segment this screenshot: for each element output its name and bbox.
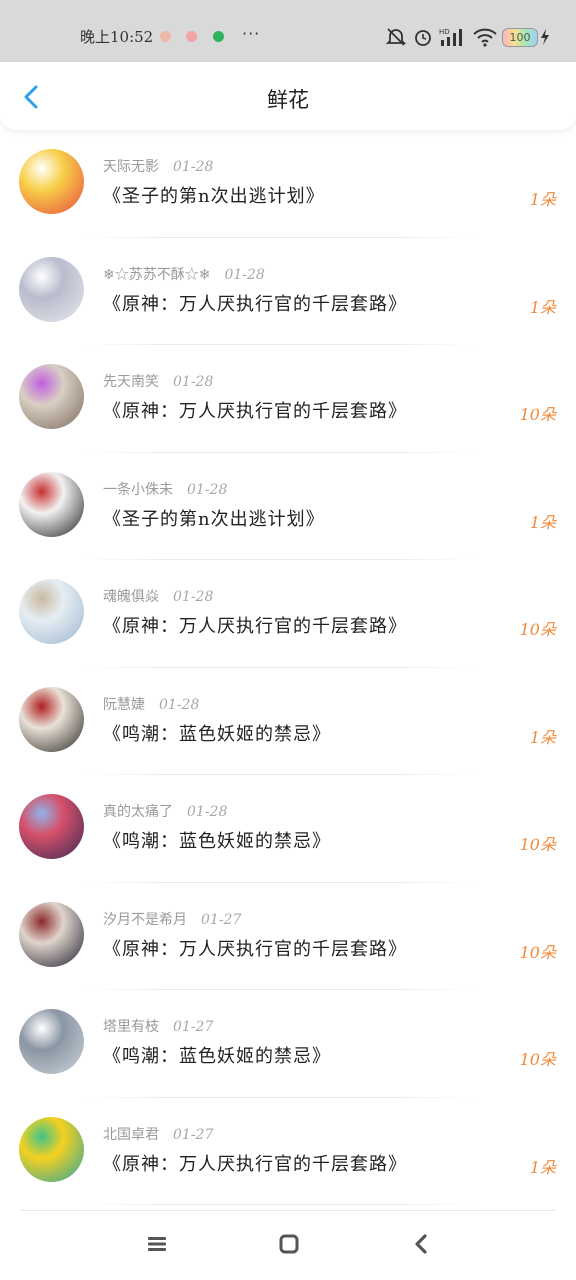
list-item[interactable]: 塔里有枝 01-27 《鸣潮：蓝色妖姬的禁忌》 10朵: [0, 990, 576, 1098]
list-item[interactable]: 阮慧婕 01-28 《鸣潮：蓝色妖姬的禁忌》 1朵: [0, 668, 576, 775]
list-item[interactable]: 真的太痛了 01-28 《鸣潮：蓝色妖姬的禁忌》 10朵: [0, 775, 576, 883]
avatar[interactable]: [19, 364, 84, 429]
flower-amount: 10朵: [519, 835, 556, 854]
list-item[interactable]: 先天南笑 01-28 《原神：万人厌执行官的千层套路》 10朵: [0, 345, 576, 453]
book-title[interactable]: 《鸣潮：蓝色妖姬的禁忌》: [103, 827, 331, 853]
flower-amount: 1朵: [529, 190, 556, 209]
user-name[interactable]: 阮慧婕: [103, 697, 145, 713]
date: 01-28: [187, 481, 228, 498]
date: 01-27: [173, 1126, 214, 1143]
book-title[interactable]: 《原神：万人厌执行官的千层套路》: [103, 397, 407, 423]
user-name[interactable]: ❄☆苏苏不酥☆❄: [103, 267, 210, 283]
divider: [82, 1204, 476, 1205]
date: 01-28: [173, 159, 214, 175]
user-line: 北国卓君 01-27: [103, 1124, 213, 1144]
nav-back-icon[interactable]: [410, 1232, 432, 1256]
avatar[interactable]: [19, 794, 84, 859]
status-time: 晚上10:52: [80, 28, 154, 46]
user-name[interactable]: 先天南笑: [103, 374, 159, 390]
avatar[interactable]: [19, 901, 84, 967]
flower-amount: 10朵: [519, 1050, 556, 1069]
avatar[interactable]: [19, 1009, 84, 1074]
charging-icon: [541, 29, 549, 45]
divider: [20, 1210, 556, 1211]
more-notifications-icon: ···: [242, 24, 261, 43]
user-line: 真的太痛了 01-28: [103, 801, 227, 821]
avatar[interactable]: [19, 686, 84, 752]
flower-amount: 10朵: [519, 620, 556, 639]
date: 01-27: [173, 1019, 214, 1035]
date: 01-28: [224, 266, 265, 283]
user-name[interactable]: 魂魄俱焱: [103, 589, 159, 605]
user-line: 天际无影 01-28: [103, 156, 213, 176]
avatar[interactable]: [19, 256, 84, 322]
avatar[interactable]: [19, 149, 84, 214]
notification-icon: [186, 31, 197, 42]
flower-amount: 1朵: [529, 1157, 556, 1177]
list-item[interactable]: 天际无影 01-28 《圣子的第n次出逃计划》 1朵: [0, 130, 576, 238]
menu-icon[interactable]: [146, 1232, 168, 1256]
alarm-icon: [415, 30, 431, 46]
flower-amount: 10朵: [519, 405, 556, 424]
book-title[interactable]: 《原神：万人厌执行官的千层套路》: [103, 290, 407, 316]
user-line: 汐月不是希月 01-27: [103, 909, 241, 929]
user-name[interactable]: 汐月不是希月: [103, 912, 187, 928]
book-title[interactable]: 《原神：万人厌执行官的千层套路》: [103, 1150, 407, 1176]
user-line: 塔里有枝 01-27: [103, 1016, 213, 1036]
date: 01-28: [173, 589, 214, 605]
flower-amount: 1朵: [529, 297, 556, 317]
date: 01-28: [173, 374, 214, 390]
avatar[interactable]: [19, 579, 84, 644]
list-item[interactable]: 北国卓君 01-27 《原神：万人厌执行官的千层套路》 1朵: [0, 1098, 576, 1205]
book-title[interactable]: 《鸣潮：蓝色妖姬的禁忌》: [103, 1042, 331, 1068]
user-name[interactable]: 真的太痛了: [103, 804, 173, 820]
user-line: ❄☆苏苏不酥☆❄ 01-28: [103, 264, 265, 284]
date: 01-28: [187, 804, 228, 820]
list-item[interactable]: 魂魄俱焱 01-28 《原神：万人厌执行官的千层套路》 10朵: [0, 560, 576, 668]
list-item[interactable]: 一条小侏未 01-28 《圣子的第n次出逃计划》 1朵: [0, 453, 576, 560]
notification-icon: [213, 31, 224, 42]
book-title[interactable]: 《鸣潮：蓝色妖姬的禁忌》: [103, 720, 331, 746]
user-line: 先天南笑 01-28: [103, 371, 213, 391]
avatar[interactable]: [19, 471, 84, 537]
notification-icon: [160, 31, 171, 42]
user-line: 阮慧婕 01-28: [103, 694, 199, 714]
flower-amount: 1朵: [529, 512, 556, 532]
avatar[interactable]: [19, 1116, 84, 1182]
flower-amount: 10朵: [519, 942, 556, 962]
header: 鲜花: [0, 62, 576, 130]
date: 01-27: [201, 911, 242, 928]
flower-list: 天际无影 01-28 《圣子的第n次出逃计划》 1朵 ❄☆苏苏不酥☆❄ 01-28 《原神：…: [0, 130, 576, 1205]
user-name[interactable]: 一条小侏未: [103, 482, 173, 498]
mute-icon: [385, 28, 407, 46]
user-line: 一条小侏未 01-28: [103, 479, 227, 499]
book-title[interactable]: 《原神：万人厌执行官的千层套路》: [103, 935, 407, 961]
status-bar: 晚上10:52 ··· HD 100: [0, 0, 576, 62]
flower-amount: 1朵: [529, 727, 556, 747]
page-title: 鲜花: [267, 88, 309, 112]
svg-text:HD: HD: [439, 28, 450, 36]
user-name[interactable]: 塔里有枝: [103, 1019, 159, 1035]
signal-icon: HD: [439, 28, 462, 46]
list-item[interactable]: 汐月不是希月 01-27 《原神：万人厌执行官的千层套路》 10朵: [0, 883, 576, 990]
date: 01-28: [159, 696, 200, 713]
list-item[interactable]: ❄☆苏苏不酥☆❄ 01-28 《原神：万人厌执行官的千层套路》 1朵: [0, 238, 576, 345]
user-name[interactable]: 北国卓君: [103, 1127, 159, 1143]
home-icon[interactable]: [277, 1232, 301, 1256]
book-title[interactable]: 《圣子的第n次出逃计划》: [103, 182, 325, 208]
user-line: 魂魄俱焱 01-28: [103, 586, 213, 606]
book-title[interactable]: 《圣子的第n次出逃计划》: [103, 505, 325, 531]
wifi-icon: [473, 28, 497, 47]
book-title[interactable]: 《原神：万人厌执行官的千层套路》: [103, 612, 407, 638]
battery-icon: 100: [502, 28, 538, 47]
user-name[interactable]: 天际无影: [103, 159, 159, 175]
